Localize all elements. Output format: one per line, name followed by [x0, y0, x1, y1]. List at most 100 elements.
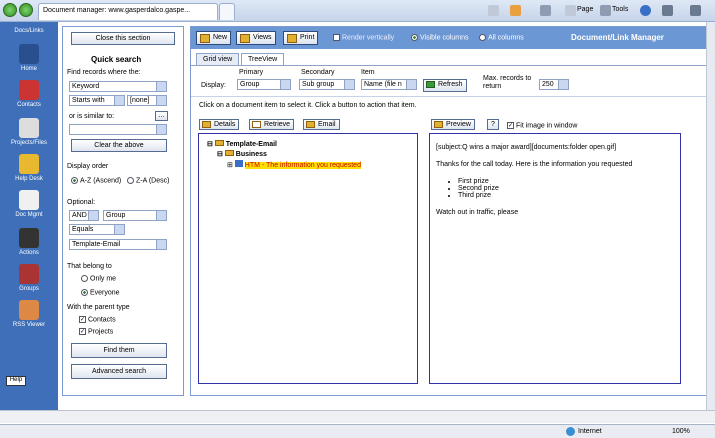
help-desk-icon — [19, 154, 39, 174]
logic-select[interactable]: AND — [69, 210, 99, 221]
views-button[interactable]: Views — [236, 31, 276, 45]
item-select[interactable]: Name (file n — [361, 79, 417, 90]
parent-label: With the parent type — [67, 304, 130, 311]
print-icon[interactable] — [540, 5, 551, 16]
tree-item[interactable]: ⊞ HTM - The information you requested — [227, 160, 361, 169]
research-icon[interactable] — [690, 5, 701, 16]
tab-grid-view[interactable]: Grid view — [196, 53, 240, 65]
field-select[interactable]: Keyword — [69, 81, 167, 92]
similar-input[interactable] — [69, 124, 167, 135]
all-columns-radio[interactable]: All columns — [479, 34, 524, 41]
nav-groups[interactable]: Groups — [0, 264, 58, 292]
browser-tab[interactable]: Document manager: www.gasperdalco.gaspe.… — [38, 3, 218, 20]
page-menu[interactable]: Page — [577, 6, 593, 13]
email-button[interactable]: Email — [303, 119, 340, 130]
preview-intro: Thanks for the call today. Here is the i… — [436, 161, 633, 168]
printer-icon — [287, 34, 297, 43]
belong-label: That belong to — [67, 263, 112, 270]
radio-icon — [71, 177, 78, 184]
back-icon[interactable] — [3, 3, 17, 17]
radio-icon — [81, 289, 88, 296]
opt-op-select[interactable]: Equals — [69, 224, 125, 235]
value-select[interactable]: [none] — [127, 95, 167, 106]
secondary-label: Secondary — [301, 69, 335, 76]
forward-icon[interactable] — [19, 3, 33, 17]
help-button[interactable]: ? — [487, 119, 499, 130]
max-records-select[interactable]: 250 — [539, 79, 569, 90]
opt-value-select[interactable]: Template-Email — [69, 239, 167, 250]
find-label: Find records where the: — [67, 69, 141, 76]
retrieve-button[interactable]: Retrieve — [249, 119, 295, 130]
preview-subject: [subject:Q wins a major award][documents… — [436, 144, 617, 151]
actions-icon — [19, 228, 39, 248]
nav-home[interactable]: Home — [0, 44, 58, 72]
details-button[interactable]: Details — [199, 119, 240, 130]
new-button[interactable]: New — [196, 31, 232, 45]
nav-docs-links[interactable]: Docs/Links — [0, 28, 58, 34]
everyone-radio[interactable]: Everyone — [81, 289, 120, 296]
preview-button[interactable]: Preview — [431, 119, 475, 130]
advanced-search-button[interactable]: Advanced search — [71, 364, 167, 379]
nav-help-desk[interactable]: Help Desk — [0, 154, 58, 182]
nav-contacts[interactable]: Contacts — [0, 80, 58, 108]
order-az-radio[interactable]: A-Z (Ascend) — [71, 177, 121, 184]
document-icon — [234, 160, 243, 167]
zoom-level[interactable]: 100% — [672, 428, 690, 435]
vertical-scrollbar[interactable] — [706, 22, 715, 410]
app-title: Document/Link Manager — [571, 33, 664, 42]
main-toolbar: New Views Print Render vertically Visibl… — [191, 27, 708, 49]
nav-rss-viewer[interactable]: RSS Viewer — [0, 300, 58, 328]
status-bar: Internet 100% — [0, 424, 715, 438]
match-select[interactable]: Starts with — [69, 95, 125, 106]
tree-root[interactable]: ⊟ Template-Email — [207, 140, 277, 148]
views-icon — [240, 34, 250, 43]
radio-icon — [411, 34, 418, 41]
contacts-checkbox[interactable]: ✓ Contacts — [79, 316, 116, 323]
opt-field-select[interactable]: Group — [103, 210, 167, 221]
refresh-button[interactable]: Refresh — [423, 79, 467, 92]
checkbox-icon: ✓ — [507, 122, 514, 129]
new-tab-button[interactable] — [219, 3, 235, 20]
print-button[interactable]: Print — [283, 31, 319, 45]
similar-lookup-button[interactable]: … — [155, 111, 168, 121]
visible-columns-radio[interactable]: Visible columns — [411, 34, 469, 41]
doc-mgmt-icon — [19, 190, 39, 210]
only-me-radio[interactable]: Only me — [81, 275, 116, 282]
home-icon — [19, 44, 39, 64]
browser-toolbar: Document manager: www.gasperdalco.gaspe.… — [0, 0, 715, 22]
primary-label: Primary — [239, 69, 264, 76]
new-icon — [200, 34, 210, 43]
radio-icon — [81, 275, 88, 282]
primary-select[interactable]: Group — [237, 79, 291, 90]
email-icon — [306, 121, 315, 128]
find-button[interactable]: Find them — [71, 343, 167, 358]
quick-search-title: Quick search — [91, 55, 142, 64]
home-icon[interactable] — [488, 5, 499, 16]
fit-image-checkbox[interactable]: ✓ Fit image in window — [507, 122, 577, 129]
extra-icon[interactable] — [662, 5, 673, 16]
list-item: Second prize — [458, 185, 674, 192]
nav-projects[interactable]: Projects/Files — [0, 118, 58, 146]
projects-checkbox[interactable]: ✓ Projects — [79, 328, 113, 335]
max-records-label: Max. records to return — [483, 75, 532, 90]
clear-button[interactable]: Clear the above — [71, 139, 167, 152]
feeds-icon[interactable] — [510, 5, 521, 16]
tools-icon — [600, 5, 611, 16]
tree-child[interactable]: ⊟ Business — [217, 150, 267, 158]
help-icon[interactable] — [640, 5, 651, 16]
render-vertically-checkbox[interactable]: Render vertically — [333, 34, 394, 41]
quick-search-panel: Close this section Quick search Find rec… — [62, 26, 184, 396]
help-button[interactable]: Help — [6, 376, 26, 386]
close-section-button[interactable]: Close this section — [71, 32, 175, 45]
horizontal-scrollbar[interactable] — [0, 410, 715, 423]
divider — [191, 96, 708, 97]
similar-label: or is similar to: — [69, 113, 115, 120]
nav-actions[interactable]: Actions — [0, 228, 58, 256]
checkbox-icon: ✓ — [79, 316, 86, 323]
folder-icon — [214, 140, 224, 146]
retrieve-icon — [252, 121, 261, 128]
order-za-radio[interactable]: Z-A (Desc) — [127, 177, 169, 184]
nav-doc-mgmt[interactable]: Doc Mgmt — [0, 190, 58, 218]
tools-menu[interactable]: Tools — [612, 6, 628, 13]
secondary-select[interactable]: Sub group — [299, 79, 355, 90]
